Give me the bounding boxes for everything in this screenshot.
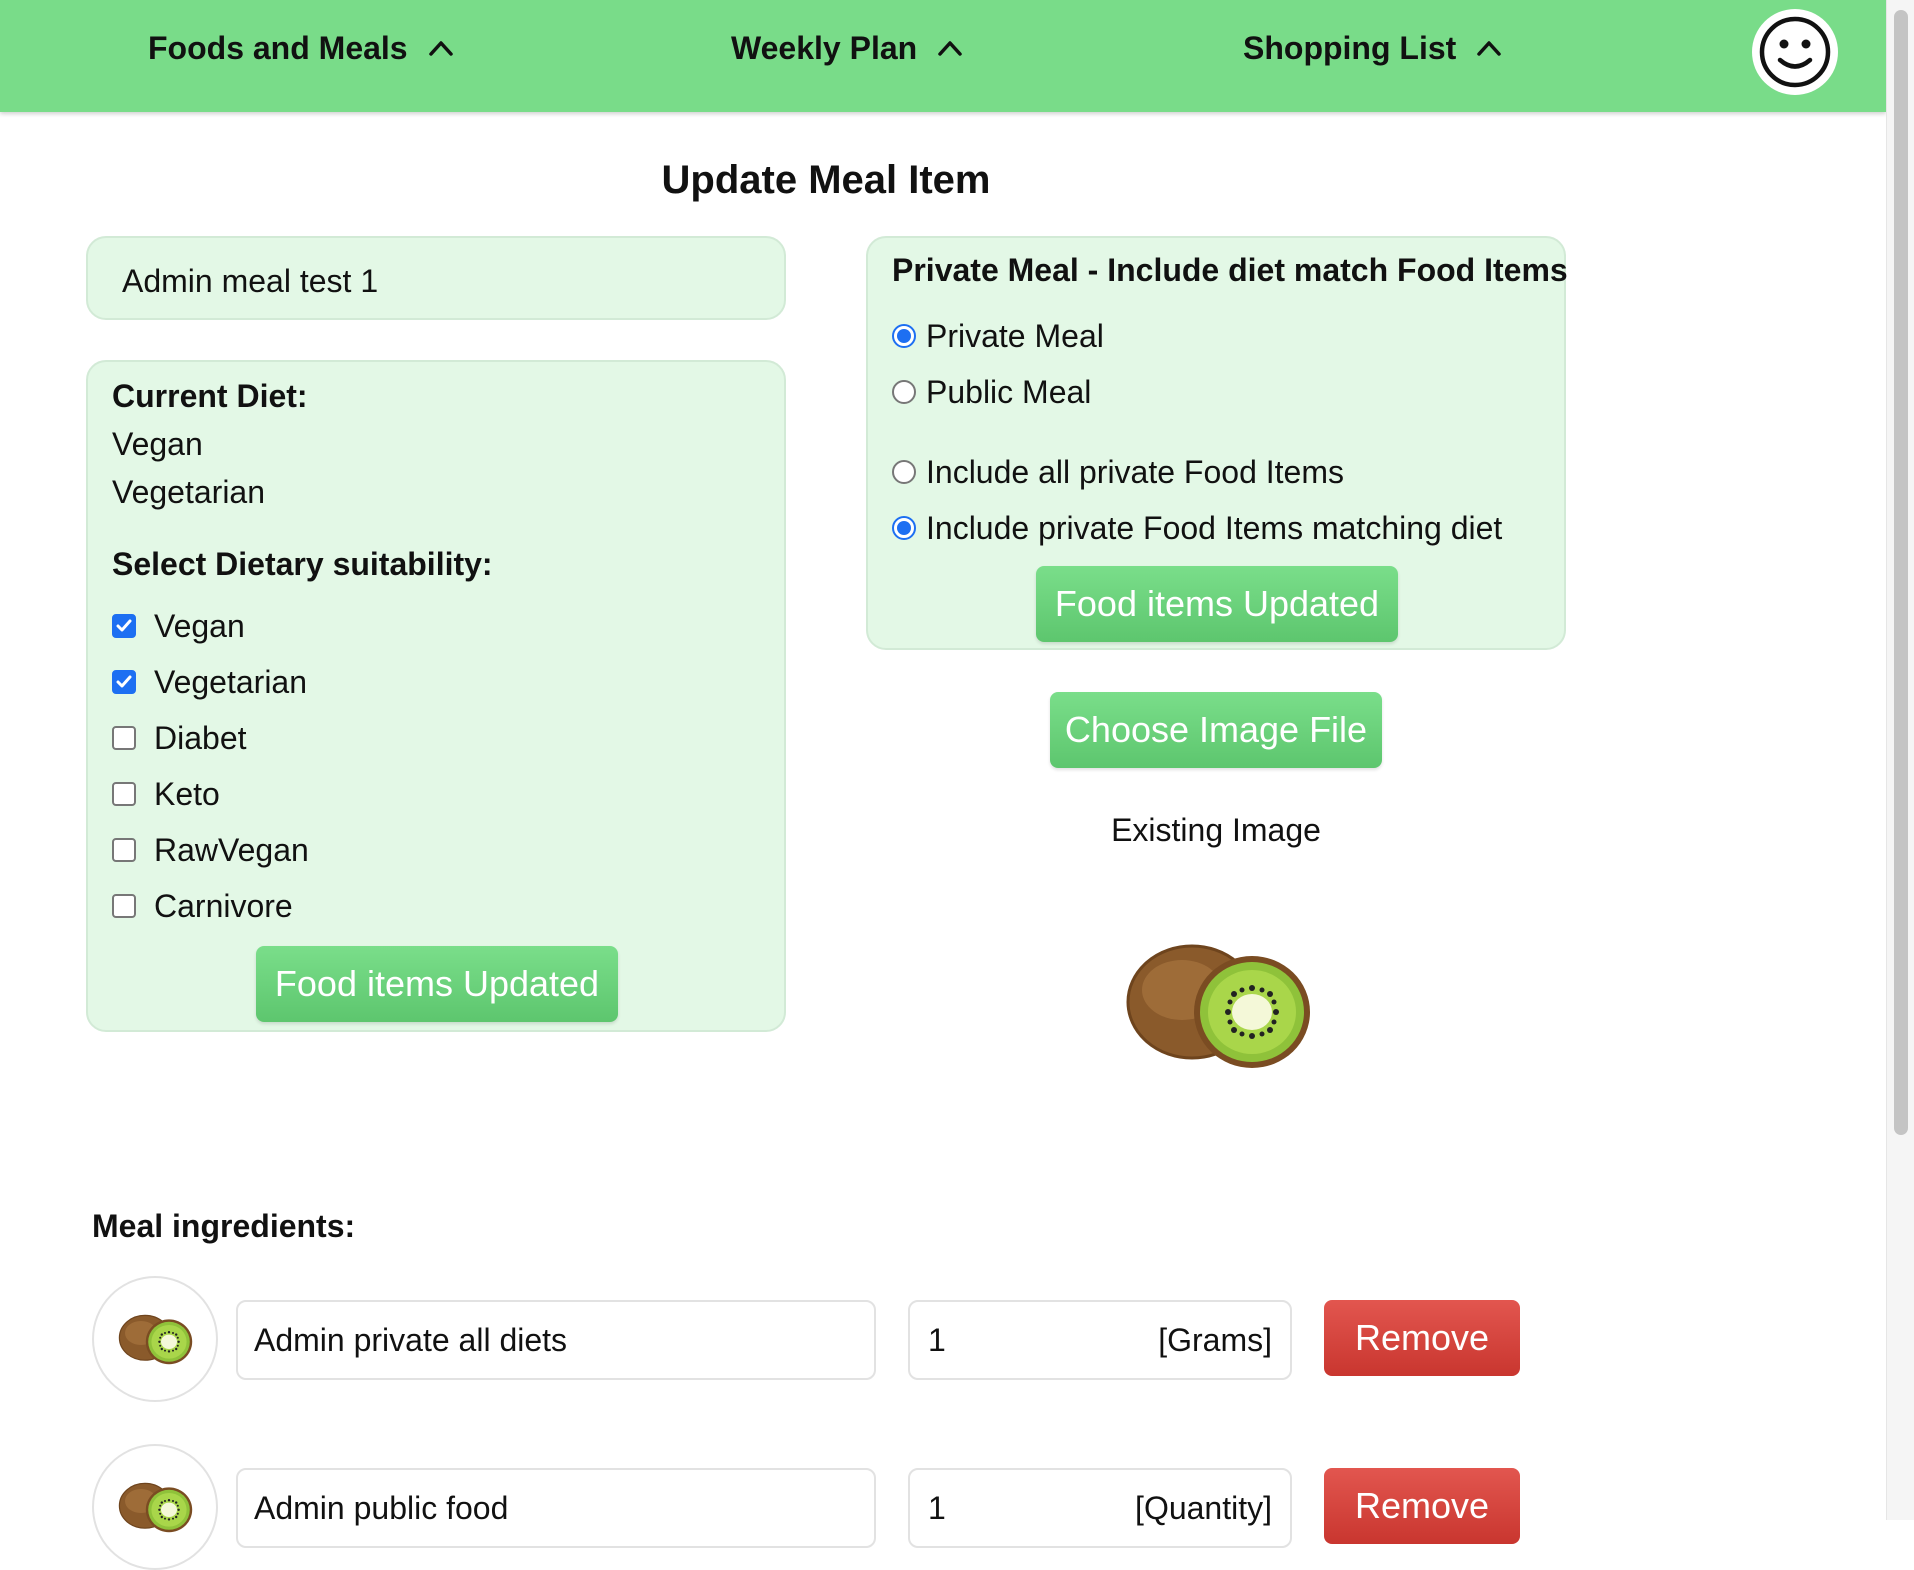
nav-shopping-label: Shopping List <box>1243 29 1457 66</box>
diet-option-carnivore[interactable]: Carnivore <box>112 886 293 926</box>
radio-unselected[interactable] <box>892 460 916 484</box>
top-navigation: Foods and Meals Weekly Plan Shopping Lis… <box>0 0 1886 112</box>
ingredient-name-input[interactable] <box>236 1300 876 1380</box>
nav-shopping-list[interactable]: Shopping List <box>1243 28 1504 68</box>
checkbox-checked[interactable] <box>112 670 136 694</box>
radio-unselected[interactable] <box>892 380 916 404</box>
privacy-food-items-updated-button[interactable]: Food items Updated <box>1036 566 1398 642</box>
diet-option-label: Carnivore <box>154 887 293 924</box>
diet-option-vegan[interactable]: Vegan <box>112 606 245 646</box>
diet-option-diabet[interactable]: Diabet <box>112 718 247 758</box>
diet-option-label: Keto <box>154 775 220 812</box>
ingredient-quantity-value: 1 <box>928 1489 946 1526</box>
radio-include-all-private[interactable]: Include all private Food Items <box>892 452 1344 492</box>
privacy-panel-title: Private Meal - Include diet match Food I… <box>892 252 1568 288</box>
checkbox-checked[interactable] <box>112 614 136 638</box>
remove-ingredient-button[interactable]: Remove <box>1324 1300 1520 1376</box>
meal-name-input[interactable] <box>120 260 744 302</box>
kiwi-image <box>113 1309 197 1369</box>
radio-selected[interactable] <box>892 516 916 540</box>
ingredient-unit-label: [Quantity] <box>1135 1489 1272 1526</box>
ingredient-unit-label: [Grams] <box>1158 1321 1272 1358</box>
radio-label: Public Meal <box>926 373 1092 410</box>
radio-selected[interactable] <box>892 324 916 348</box>
choose-image-file-button[interactable]: Choose Image File <box>1050 692 1382 768</box>
checkbox-unchecked[interactable] <box>112 726 136 750</box>
chevron-up-icon <box>1477 41 1502 56</box>
existing-meal-image <box>1112 930 1322 1080</box>
meal-ingredients-title: Meal ingredients: <box>92 1208 356 1244</box>
chevron-up-icon <box>938 41 962 56</box>
diet-option-label: Diabet <box>154 719 247 756</box>
checkbox-unchecked[interactable] <box>112 894 136 918</box>
radio-public-meal[interactable]: Public Meal <box>892 372 1091 412</box>
page-title: Update Meal Item <box>661 158 991 202</box>
diet-option-vegetarian[interactable]: Vegetarian <box>112 662 307 702</box>
ingredient-quantity-field[interactable]: 1 [Quantity] <box>908 1468 1292 1548</box>
existing-image-label: Existing Image <box>1111 812 1321 848</box>
select-dietary-label: Select Dietary suitability: <box>112 546 493 582</box>
nav-weekly-label: Weekly Plan <box>731 29 918 66</box>
meal-name-panel <box>86 236 786 320</box>
diet-option-keto[interactable]: Keto <box>112 774 220 814</box>
remove-ingredient-button[interactable]: Remove <box>1324 1468 1520 1544</box>
diet-panel: Current Diet: Vegan Vegetarian Select Di… <box>86 360 786 1032</box>
diet-option-rawvegan[interactable]: RawVegan <box>112 830 309 870</box>
ingredient-quantity-value: 1 <box>928 1321 946 1358</box>
current-diet-label: Current Diet: <box>112 378 308 414</box>
radio-label: Private Meal <box>926 317 1104 354</box>
ingredient-thumbnail <box>92 1444 218 1570</box>
nav-weekly-plan[interactable]: Weekly Plan <box>731 28 965 68</box>
checkbox-unchecked[interactable] <box>112 838 136 862</box>
ingredient-name-input[interactable] <box>236 1468 876 1548</box>
kiwi-image <box>113 1477 197 1537</box>
diet-option-label: RawVegan <box>154 831 309 868</box>
diet-food-items-updated-button[interactable]: Food items Updated <box>256 946 618 1022</box>
nav-foods-and-meals[interactable]: Foods and Meals <box>148 28 456 68</box>
privacy-panel: Private Meal - Include diet match Food I… <box>866 236 1568 650</box>
smiley-face-icon <box>1759 16 1831 88</box>
scrollbar-thumb[interactable] <box>1894 10 1908 1135</box>
radio-private-meal[interactable]: Private Meal <box>892 316 1104 356</box>
current-diet-item: Vegan <box>112 426 203 462</box>
radio-include-matching-diet[interactable]: Include private Food Items matching diet <box>892 508 1502 548</box>
ingredient-quantity-field[interactable]: 1 [Grams] <box>908 1300 1292 1380</box>
checkbox-unchecked[interactable] <box>112 782 136 806</box>
current-diet-item: Vegetarian <box>112 474 266 510</box>
radio-label: Include private Food Items matching diet <box>926 509 1503 546</box>
vertical-scrollbar[interactable] <box>1886 0 1914 1520</box>
ingredient-thumbnail <box>92 1276 218 1402</box>
chevron-up-icon <box>428 41 453 56</box>
diet-option-label: Vegan <box>154 607 245 644</box>
nav-foods-label: Foods and Meals <box>148 29 408 66</box>
user-avatar-button[interactable] <box>1752 9 1838 95</box>
diet-option-label: Vegetarian <box>154 663 308 700</box>
radio-label: Include all private Food Items <box>926 453 1344 490</box>
